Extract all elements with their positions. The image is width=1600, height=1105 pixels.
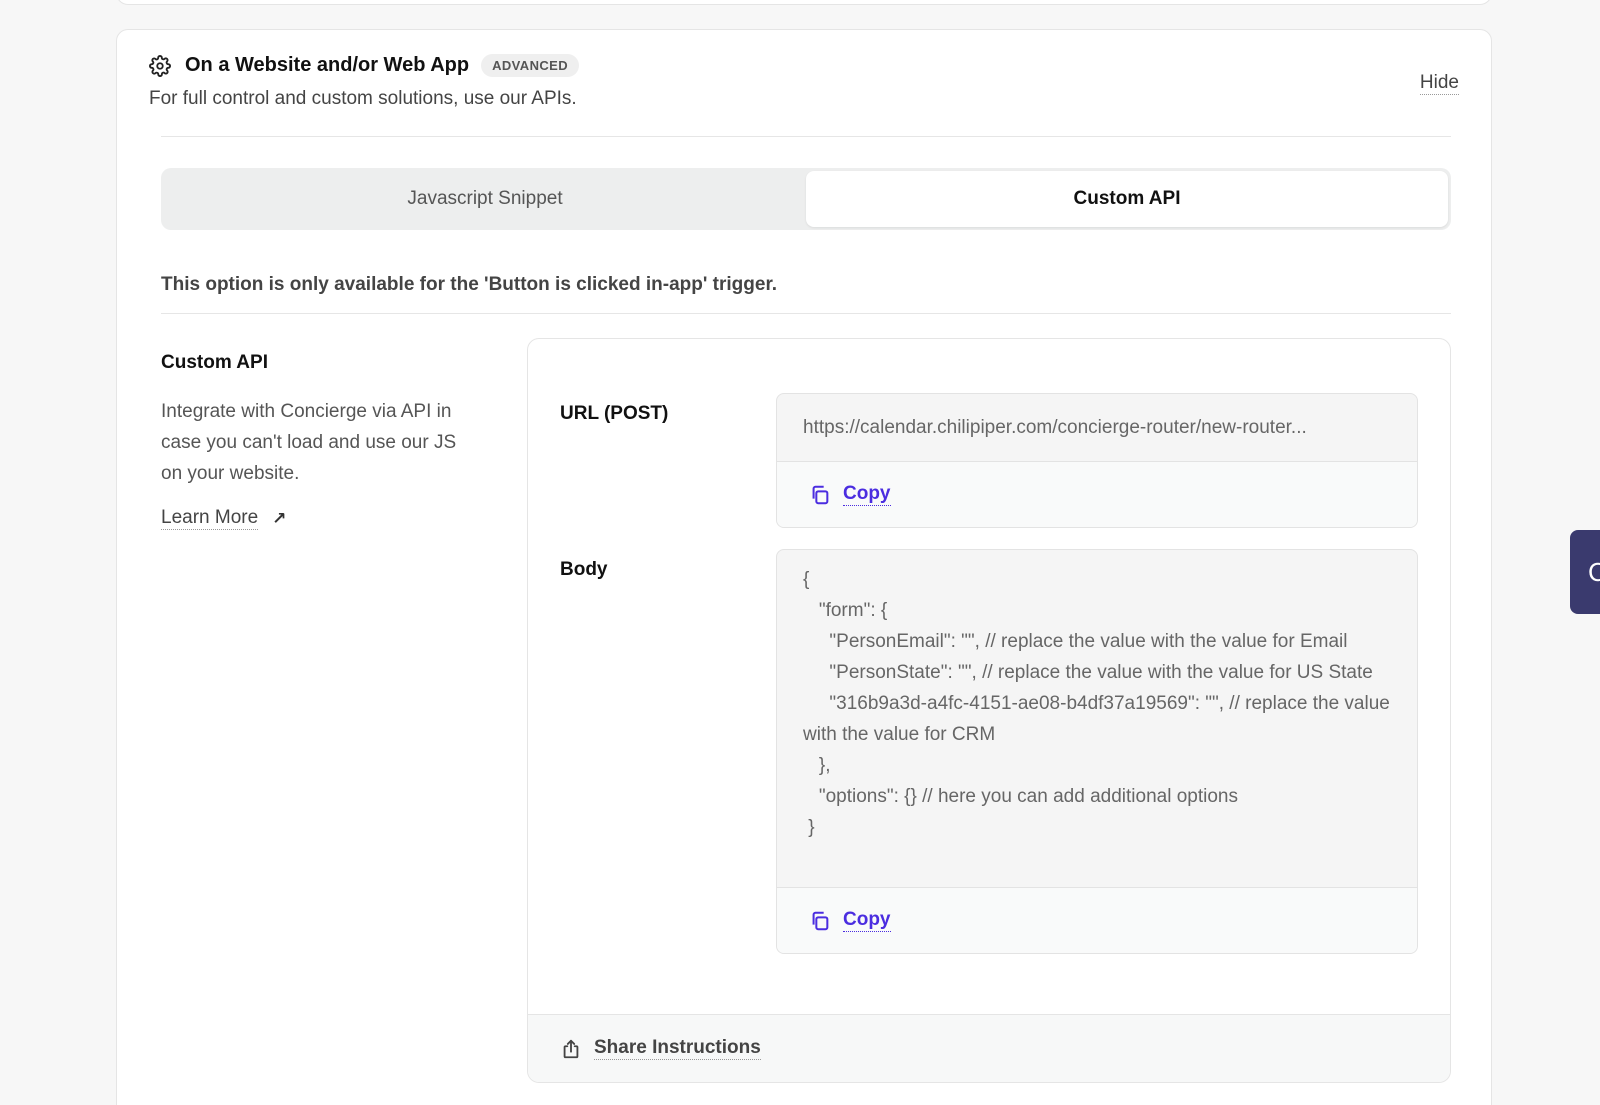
notice-divider [161,313,1451,314]
tab-javascript-snippet[interactable]: Javascript Snippet [164,171,806,227]
availability-notice: This option is only available for the 'B… [161,274,778,295]
copy-icon [809,484,831,506]
share-icon [560,1038,582,1060]
external-arrow-icon: ↗ [272,508,287,528]
copy-body-button[interactable]: Copy [777,887,1417,953]
url-label: URL (POST) [560,403,669,424]
url-value[interactable]: https://calendar.chilipiper.com/concierg… [777,394,1417,461]
side-widget-label: C [1588,556,1600,587]
section-title: On a Website and/or Web App [185,54,470,76]
section-subtitle: For full control and custom solutions, u… [149,88,577,109]
hide-button[interactable]: Hide [1419,72,1459,95]
website-integration-card: On a Website and/or Web App ADVANCED For… [116,29,1492,1105]
learn-more-link[interactable]: Learn More ↗ [161,507,286,530]
custom-api-text: Integrate with Concierge via API in case… [161,401,457,484]
side-widget-tab[interactable]: C [1570,530,1600,614]
header-divider [161,136,1451,137]
integration-tabs: Javascript Snippet Custom API [161,168,1451,230]
tab-custom-api[interactable]: Custom API [806,171,1448,227]
api-details-panel: URL (POST) https://calendar.chilipiper.c… [527,338,1451,1083]
custom-api-title: Custom API [161,352,268,373]
copy-url-button[interactable]: Copy [777,461,1417,527]
body-label: Body [560,559,608,580]
body-value[interactable]: { "form": { "PersonEmail": "", // replac… [777,550,1417,887]
copy-url-label: Copy [843,483,891,506]
section-header: On a Website and/or Web App ADVANCED [149,54,580,77]
learn-more-label: Learn More [161,507,259,530]
url-field: https://calendar.chilipiper.com/concierg… [776,393,1418,528]
body-field: { "form": { "PersonEmail": "", // replac… [776,549,1418,954]
share-instructions-bar: Share Instructions [528,1014,1450,1082]
gear-icon [149,54,171,77]
advanced-badge: ADVANCED [481,54,580,77]
previous-card [116,0,1492,5]
custom-api-description: Custom API Integrate with Concierge via … [161,352,481,530]
copy-body-label: Copy [843,909,891,932]
share-instructions-button[interactable]: Share Instructions [594,1037,761,1060]
copy-icon [809,910,831,932]
